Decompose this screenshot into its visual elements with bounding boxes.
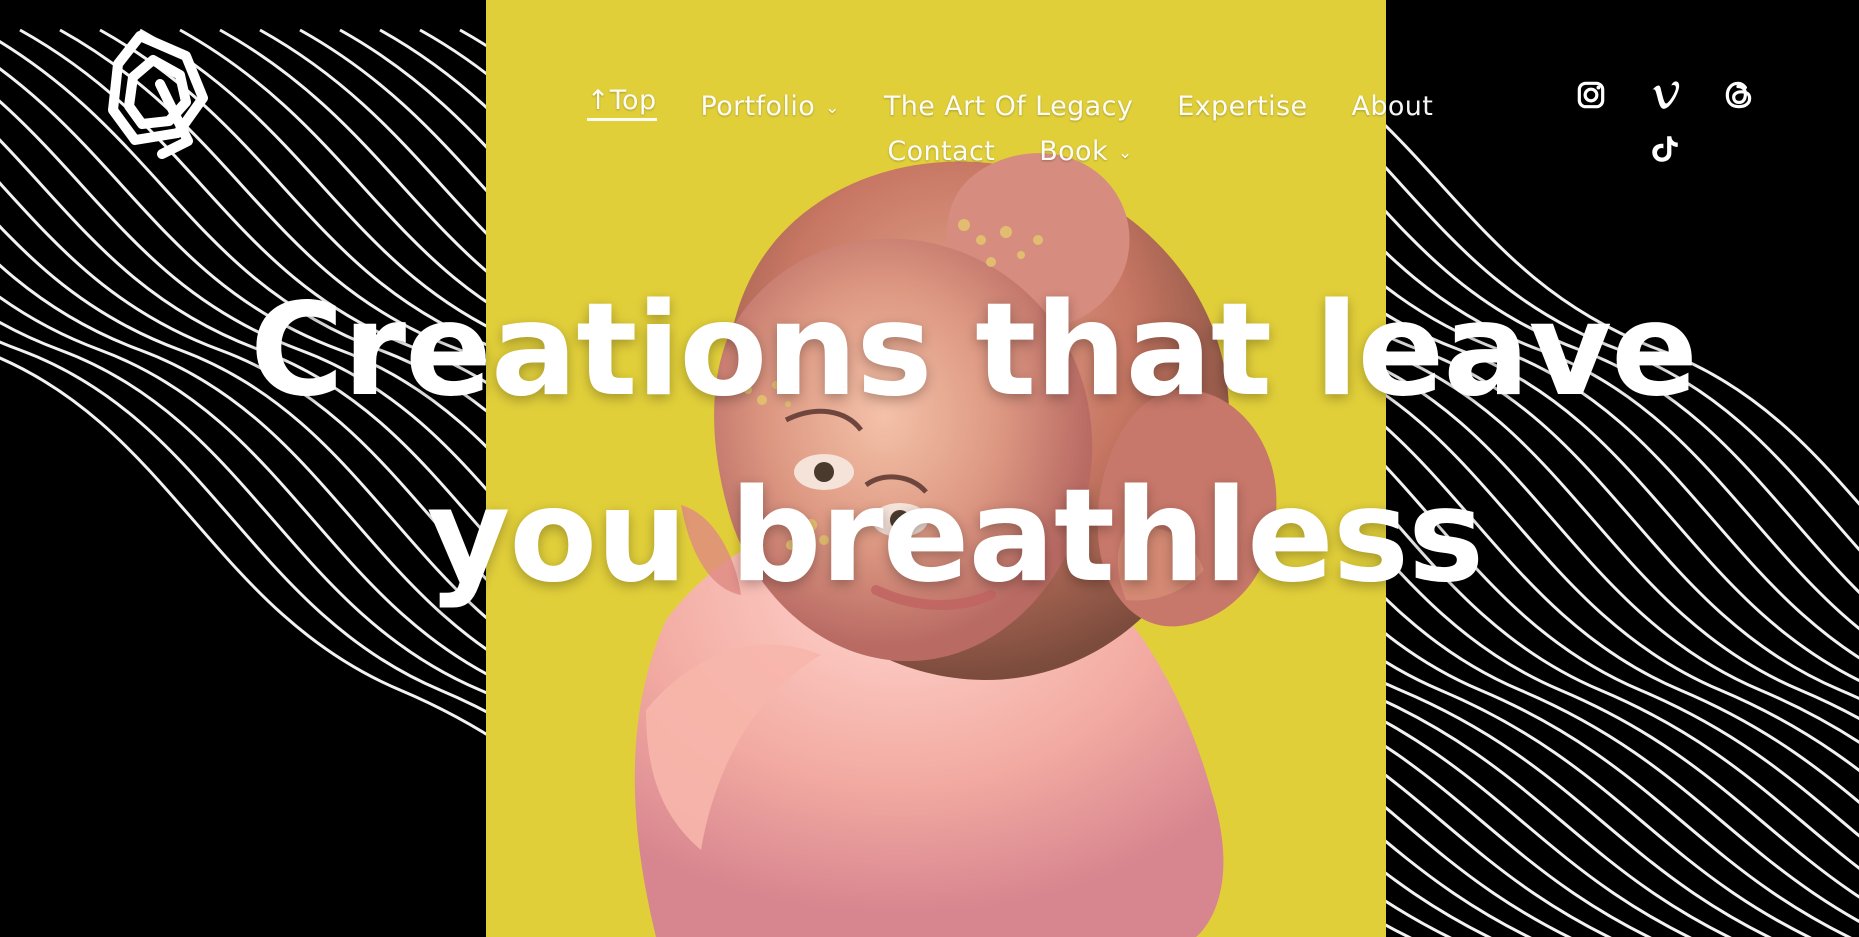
threads-icon[interactable] <box>1722 78 1756 112</box>
nav-contact[interactable]: Contact <box>887 129 995 174</box>
vimeo-icon[interactable] <box>1648 78 1682 112</box>
nav-art-of-legacy[interactable]: The Art Of Legacy <box>884 84 1133 129</box>
chevron-down-icon: ⌄ <box>825 98 840 118</box>
nav-expertise-label: Expertise <box>1177 91 1308 122</box>
logo-icon[interactable] <box>96 22 224 162</box>
headline-line-2: you breathless <box>426 462 1484 611</box>
headline-line-1: Creations that leave <box>250 276 1698 425</box>
nav-row-primary: ↑Top Portfolio ⌄ The Art Of Legacy Exper… <box>540 84 1480 129</box>
nav-art-of-legacy-label: The Art Of Legacy <box>883 91 1134 122</box>
nav-about[interactable]: About <box>1351 84 1433 129</box>
instagram-icon[interactable] <box>1574 78 1608 112</box>
nav-top-label: ↑Top <box>586 85 657 116</box>
nav-row-secondary: Contact Book ⌄ <box>540 129 1480 174</box>
social-links <box>1566 74 1778 174</box>
nav-top[interactable]: ↑Top <box>586 84 657 121</box>
nav-about-label: About <box>1351 91 1434 122</box>
nav-book-label: Book <box>1039 136 1108 167</box>
hero-headline: Creations that leave you breathless <box>250 258 1698 630</box>
nav-contact-label: Contact <box>887 136 996 167</box>
tiktok-icon[interactable] <box>1648 132 1682 166</box>
nav-expertise[interactable]: Expertise <box>1177 84 1307 129</box>
main-navigation: ↑Top Portfolio ⌄ The Art Of Legacy Exper… <box>540 84 1480 174</box>
nav-book[interactable]: Book ⌄ <box>1039 129 1132 174</box>
nav-portfolio[interactable]: Portfolio ⌄ <box>701 84 840 129</box>
nav-portfolio-label: Portfolio <box>700 91 816 122</box>
hero-section: ↑Top Portfolio ⌄ The Art Of Legacy Exper… <box>0 0 1859 937</box>
chevron-down-icon: ⌄ <box>1118 143 1133 163</box>
